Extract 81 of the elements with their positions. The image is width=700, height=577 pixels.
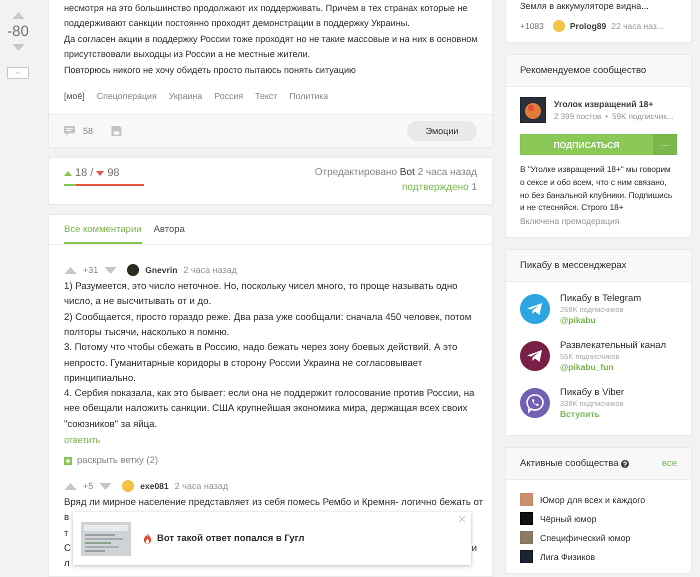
popup-text: Вот такой ответ попался в Гугл: [157, 533, 304, 544]
upvotes-count: 18: [75, 167, 88, 180]
downvote-icon[interactable]: [104, 266, 118, 274]
post-text-line: Повторюсь никого не хочу обидеть просто пытаюсь понять ситуацию: [64, 64, 357, 77]
community-icon[interactable]: [520, 512, 533, 526]
section-title: Активные сообщества: [520, 458, 618, 470]
story-time: 22 часа наз...: [611, 21, 664, 31]
comment-paragraph: 3. Потому что чтобы сбежать в Россию, надо бежать через зону боевых действий. А это непросто. Гуманитарные коридоры в сторону России Украина не согласовывает принципиально.: [64, 342, 458, 384]
comment-time: 2 часа назад: [183, 265, 237, 276]
comment-paragraph: 4. Сербия показала, как это бывает: если она не поддержит голосование против России, на нее обещали наложить санкции. США крупнейшая экономика мира, держащая всех своих "союзников" за яйца.: [64, 388, 474, 430]
channel-name[interactable]: Развлекательный канал: [560, 340, 666, 352]
confirmed-count: 1: [471, 182, 477, 194]
upvote-icon[interactable]: [64, 266, 77, 274]
post-rating: -80: [7, 23, 29, 40]
tag-link[interactable]: [моё]: [64, 91, 85, 102]
comment-paragraph: Вряд ли мирное население представляет из себя помесь Рембо и Кремня- логично бежать от: [64, 496, 484, 510]
channel-name[interactable]: Пикабу в Viber: [560, 387, 624, 398]
expand-thread-link[interactable]: раскрыть ветку (2): [77, 455, 158, 466]
moderation-note: Включена премодерация: [520, 216, 620, 226]
paper-plane-icon[interactable]: [520, 341, 550, 372]
edited-label: Отредактировано: [314, 167, 398, 178]
upvote-icon[interactable]: [64, 482, 77, 490]
up-arrow-icon: [64, 170, 72, 176]
channel-name[interactable]: Пикабу в Telegram: [560, 293, 642, 304]
community-subscribers: 59K подписчик...: [612, 112, 674, 121]
downvotes-count: 98: [107, 167, 120, 180]
comment-text-fragment: и: [472, 542, 477, 556]
community-link[interactable]: Юмор для всех и каждого: [540, 494, 646, 505]
post-text-line: присутствовали выходцы из России а не местные жители.: [64, 48, 312, 62]
help-icon[interactable]: [621, 460, 630, 468]
post-text-line: несмотря на это большинство продолжают их поддерживать. Причем в тех странах которые не: [64, 2, 469, 15]
comment-paragraph: л: [64, 557, 70, 572]
tag-link[interactable]: Россия: [214, 91, 244, 102]
comment-rating: +5: [83, 481, 94, 491]
community-posts: 2 399 постов: [554, 112, 602, 121]
fire-icon: [143, 533, 152, 544]
plus-icon[interactable]: [64, 456, 72, 464]
dot-separator: •: [605, 112, 608, 121]
down-arrow-icon: [96, 170, 104, 176]
tag-link[interactable]: Текст: [255, 91, 278, 102]
story-author[interactable]: Prolog89: [570, 21, 606, 31]
section-title: Пикабу в мессенджерах: [520, 260, 626, 272]
editor-name: Bot: [400, 167, 415, 178]
post-text-line: поддерживают санкции постоянно проходят демонстрации в поддержку Украины.: [64, 17, 411, 30]
community-link[interactable]: Лига Физиков: [540, 552, 596, 562]
story-title[interactable]: Земля в аккумуляторе видна...: [520, 1, 677, 11]
community-logo-icon[interactable]: [520, 97, 546, 123]
vote-separator: /: [90, 167, 94, 180]
comment-paragraph: 2) Сообщается, просто гораздо реже. Два раза уже сообщали: сначала 450 человек, потом полторы тысячи, насколько я помню.: [64, 312, 472, 338]
downvote-icon[interactable]: [12, 44, 24, 51]
avatar-icon[interactable]: [127, 264, 140, 276]
close-icon[interactable]: [459, 516, 465, 522]
comment-author[interactable]: Gnevrin: [145, 265, 178, 276]
tag-link[interactable]: Спецоперация: [96, 91, 157, 102]
downvote-icon[interactable]: [99, 482, 112, 490]
tag-link[interactable]: Украина: [168, 91, 202, 102]
section-title: Рекомендуемое сообщество: [520, 65, 646, 76]
community-name[interactable]: Уголок извращений 18+: [554, 99, 674, 109]
comments-tab[interactable]: Автора: [154, 215, 185, 244]
edited-time: 2 часа назад: [418, 167, 477, 178]
community-icon[interactable]: [520, 550, 533, 564]
comment-paragraph: т: [64, 526, 68, 541]
community-link[interactable]: Чёрный юмор: [540, 514, 597, 524]
emotions-button[interactable]: Эмоции: [407, 121, 477, 142]
community-link[interactable]: Специфический юмор: [540, 532, 630, 543]
comment-paragraph: 1) Разумеется, это число неточное. Но, поскольку чисел много, то проще называть одно число, а не высчитывать от и до.: [64, 281, 458, 308]
phone-bubble-icon[interactable]: [520, 388, 550, 418]
community-description: В "Уголке извращений 18+" мы говорим о сексе и обо всем, что с ним связано, но без банальной клубники. Подпишись и не стесняйся. Строго 18+: [520, 164, 674, 214]
comment-time: 2 часа назад: [174, 481, 228, 491]
story-rating: +1083: [520, 21, 544, 31]
post-text-line: Да согласен акции в поддержку России тоже проходят но не такие массовые и на них в основном: [64, 32, 477, 46]
notification-popup[interactable]: Вот такой ответ попался в Гугл: [73, 512, 471, 565]
comment-paragraph: в: [64, 511, 70, 526]
comments-count: 58: [83, 126, 94, 136]
comment-paragraph: С: [64, 542, 71, 556]
comment-author[interactable]: exe081: [140, 481, 169, 491]
upvote-icon[interactable]: [12, 12, 24, 19]
comment-icon[interactable]: [64, 126, 75, 136]
save-icon[interactable]: [111, 126, 122, 136]
comment-rating: +31: [83, 265, 98, 276]
tag-link[interactable]: Политика: [289, 91, 328, 102]
